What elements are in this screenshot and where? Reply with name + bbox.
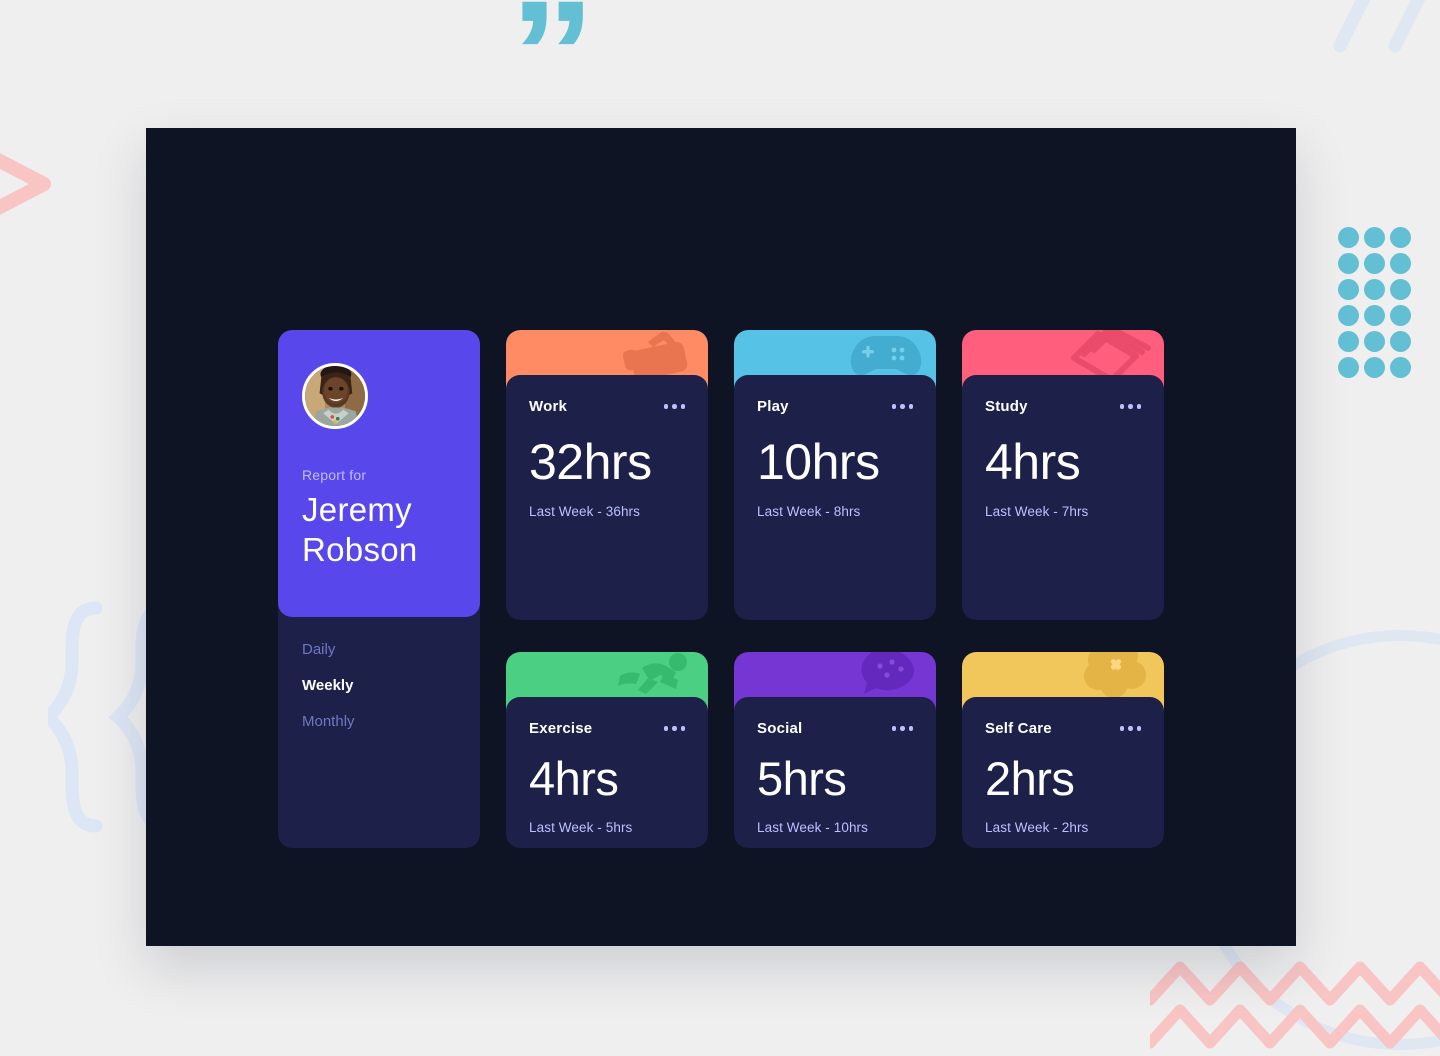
card-hours-social: 5hrs [757,752,847,805]
profile-card-header: Report for Jeremy Robson [278,330,480,617]
timeframe-nav: Daily Weekly Monthly [278,617,480,848]
card-hours-work: 32hrs [529,434,652,490]
ellipsis-icon-play[interactable] [882,400,913,413]
card-body-social: Social 5hrs Last Week - 10hrs [734,697,936,848]
stat-card-exercise[interactable]: Exercise 4hrs Last Week - 5hrs [506,652,708,848]
nav-item-monthly[interactable]: Monthly [302,713,456,730]
nav-item-weekly[interactable]: Weekly [302,677,456,694]
card-hours-study: 4hrs [985,434,1081,490]
dashboard-panel: Report for Jeremy Robson Daily Weekly Mo… [146,128,1296,946]
card-previous-work: Last Week - 36hrs [529,504,640,519]
running-person-icon [612,652,696,700]
zigzag-decoration [1144,955,1440,1055]
nav-item-daily[interactable]: Daily [302,641,456,658]
card-header-work: Work [529,398,685,415]
flower-icon [1072,652,1152,700]
ellipsis-icon-self-care[interactable] [1110,722,1141,735]
card-title-study: Study [985,398,1028,415]
card-body-play: Play 10hrs Last Week - 8hrs [734,375,936,620]
dashboard-grid: Report for Jeremy Robson Daily Weekly Mo… [278,330,1164,848]
card-body-exercise: Exercise 4hrs Last Week - 5hrs [506,697,708,848]
card-header-self-care: Self Care [985,720,1141,737]
card-title-social: Social [757,720,803,737]
card-body-study: Study 4hrs Last Week - 7hrs [962,375,1164,620]
ellipsis-icon-study[interactable] [1110,400,1141,413]
stat-card-social[interactable]: Social 5hrs Last Week - 10hrs [734,652,936,848]
card-previous-play: Last Week - 8hrs [757,504,861,519]
avatar [302,363,368,429]
quote-mark-decoration: ” [509,0,596,137]
card-title-exercise: Exercise [529,720,593,737]
card-body-self-care: Self Care 2hrs Last Week - 2hrs [962,697,1164,848]
profile-name: Jeremy Robson [302,491,418,568]
stat-card-work[interactable]: Work 32hrs Last Week - 36hrs [506,330,708,620]
chat-bubble-icon [846,652,924,700]
card-title-play: Play [757,398,789,415]
card-header-exercise: Exercise [529,720,685,737]
card-hours-play: 10hrs [757,434,880,490]
card-previous-exercise: Last Week - 5hrs [529,820,633,835]
card-previous-social: Last Week - 10hrs [757,820,868,835]
stat-card-self-care[interactable]: Self Care 2hrs Last Week - 2hrs [962,652,1164,848]
card-body-work: Work 32hrs Last Week - 36hrs [506,375,708,620]
ellipsis-icon-exercise[interactable] [654,722,685,735]
stat-card-play[interactable]: Play 10hrs Last Week - 8hrs [734,330,936,620]
dot-grid-decoration [1338,227,1416,383]
card-hours-exercise: 4hrs [529,752,619,805]
ellipsis-icon-work[interactable] [654,400,685,413]
card-title-self-care: Self Care [985,720,1052,737]
card-header-study: Study [985,398,1141,415]
card-title-work: Work [529,398,568,415]
chevron-decoration [0,140,64,225]
card-header-play: Play [757,398,913,415]
card-header-social: Social [757,720,913,737]
slashes-decoration [1320,0,1440,66]
card-previous-self-care: Last Week - 2hrs [985,820,1089,835]
card-previous-study: Last Week - 7hrs [985,504,1089,519]
ellipsis-icon-social[interactable] [882,722,913,735]
report-for-label: Report for [302,467,367,483]
stat-card-study[interactable]: Study 4hrs Last Week - 7hrs [962,330,1164,620]
profile-card: Report for Jeremy Robson Daily Weekly Mo… [278,330,480,848]
card-hours-self-care: 2hrs [985,752,1075,805]
